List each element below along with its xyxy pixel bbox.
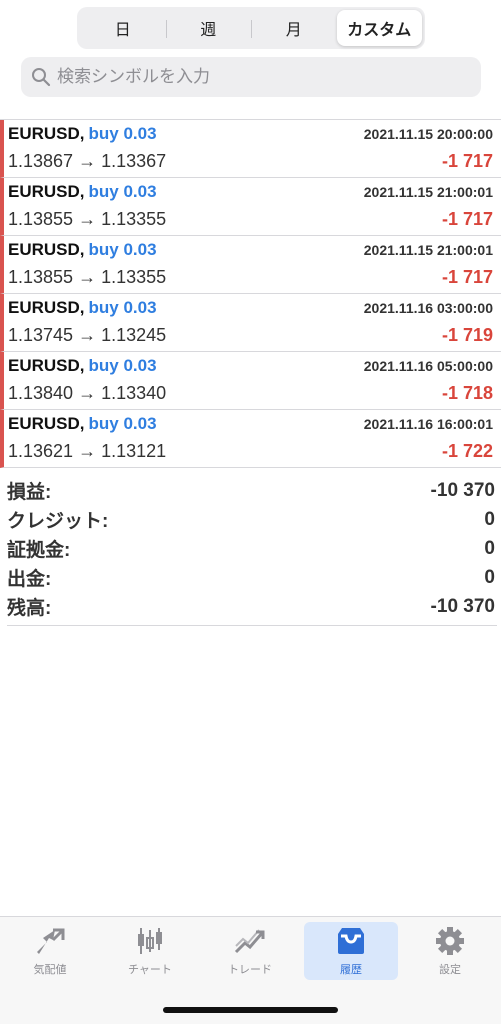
summary-withdrawal-value: 0 [484, 566, 495, 588]
summary-margin-row: 証拠金: 0 [7, 534, 497, 563]
trade-symbol: EURUSD, buy 0.03 [8, 356, 157, 376]
period-custom-tab[interactable]: カスタム [336, 10, 422, 46]
trade-symbol: EURUSD, buy 0.03 [8, 414, 157, 434]
trade-prices: 1.13745 → 1.13245 [8, 325, 167, 345]
tab-chart[interactable]: チャート [103, 922, 197, 980]
tab-trade-label: トレード [228, 964, 272, 976]
summary-profit-value: -10 370 [430, 479, 495, 501]
period-month-tab[interactable]: 月 [251, 10, 337, 46]
tab-trade[interactable]: トレード [203, 922, 297, 980]
home-indicator[interactable] [163, 1007, 338, 1013]
trade-profit: -1 722 [441, 441, 493, 461]
tab-history[interactable]: 履歴 [304, 922, 398, 980]
settings-icon [436, 927, 464, 955]
trade-side: buy 0.03 [88, 298, 157, 317]
trade-symbol-text: EURUSD, [8, 240, 85, 259]
search-icon [32, 68, 51, 87]
trade-symbol-text: EURUSD, [8, 124, 85, 143]
trade-row[interactable]: EURUSD, buy 0.03 2021.11.15 21:00:01 1.13… [0, 178, 501, 236]
trade-profit: -1 717 [441, 209, 493, 229]
summary-credit-label: クレジット: [7, 511, 109, 532]
trade-datetime: 2021.11.15 21:00:01 [363, 184, 493, 200]
trade-datetime: 2021.11.16 03:00:00 [363, 300, 493, 316]
trade-datetime: 2021.11.16 05:00:00 [363, 358, 493, 374]
trade-datetime: 2021.11.16 16:00:01 [363, 416, 493, 432]
trade-symbol-text: EURUSD, [8, 414, 85, 433]
trade-prices: 1.13855 → 1.13355 [8, 267, 167, 287]
period-week-tab[interactable]: 週 [165, 10, 252, 46]
trade-symbol: EURUSD, buy 0.03 [8, 240, 157, 260]
search-input[interactable] [57, 67, 457, 87]
tab-quotes[interactable]: 気配値 [3, 922, 97, 980]
trade-prices: 1.13621 → 1.13121 [8, 441, 167, 461]
trade-side: buy 0.03 [88, 182, 157, 201]
trade-datetime: 2021.11.15 21:00:01 [363, 242, 493, 258]
tab-chart-label: チャート [128, 964, 172, 976]
trade-side: buy 0.03 [88, 356, 157, 375]
trade-row[interactable]: EURUSD, buy 0.03 2021.11.15 20:00:00 1.13… [0, 120, 501, 178]
trade-symbol: EURUSD, buy 0.03 [8, 124, 157, 144]
period-day-tab[interactable]: 日 [80, 10, 166, 46]
summary-balance-label: 残高: [7, 598, 52, 619]
summary-balance-value: -10 370 [430, 595, 495, 617]
trade-datetime: 2021.11.15 20:00:00 [363, 126, 493, 142]
trade-icon [234, 929, 265, 954]
quotes-icon [37, 928, 65, 954]
search-bar[interactable] [21, 57, 481, 97]
trade-side: buy 0.03 [88, 240, 157, 259]
tab-quotes-label: 気配値 [33, 964, 67, 976]
summary-credit-row: クレジット: 0 [7, 505, 497, 534]
history-icon [338, 928, 364, 954]
trade-symbol-text: EURUSD, [8, 182, 85, 201]
trade-row[interactable]: EURUSD, buy 0.03 2021.11.16 05:00:00 1.13… [0, 352, 501, 410]
trade-row[interactable]: EURUSD, buy 0.03 2021.11.16 03:00:00 1.13… [0, 294, 501, 352]
summary-profit-label: 損益: [7, 482, 52, 503]
summary-margin-label: 証拠金: [7, 540, 71, 561]
trade-symbol: EURUSD, buy 0.03 [8, 298, 157, 318]
trade-row[interactable]: EURUSD, buy 0.03 2021.11.15 21:00:01 1.13… [0, 236, 501, 294]
history-screen: 日 週 月 カスタム EURUSD,buy 0.03 2021.11.15 20… [0, 0, 501, 1024]
trade-profit: -1 718 [441, 383, 493, 403]
trade-symbol-text: EURUSD, [8, 356, 85, 375]
period-segmented-control: 日 週 月 カスタム [77, 7, 425, 49]
chart-icon [138, 928, 162, 954]
trade-prices: 1.13855 → 1.13355 [8, 209, 167, 229]
summary-balance-row: 残高: -10 370 [7, 592, 497, 621]
summary-withdrawal-row: 出金: 0 [7, 563, 497, 592]
account-summary: 損益: -10 370 クレジット: 0 証拠金: 0 出金: 0 残高: -1… [7, 476, 497, 626]
trade-prices: 1.13867 → 1.13367 [8, 151, 167, 171]
trade-side: buy 0.03 [88, 414, 157, 433]
trade-side: buy 0.03 [88, 124, 157, 143]
summary-credit-value: 0 [484, 508, 495, 530]
trade-profit: -1 717 [441, 151, 493, 171]
trade-row[interactable]: EURUSD, buy 0.03 2021.11.16 16:00:01 1.13… [0, 410, 501, 468]
summary-margin-value: 0 [484, 537, 495, 559]
trade-profit: -1 717 [441, 267, 493, 287]
summary-withdrawal-label: 出金: [7, 569, 52, 590]
tab-settings-label: 設定 [439, 964, 461, 976]
tab-settings[interactable]: 設定 [403, 922, 497, 980]
tab-history-label: 履歴 [340, 964, 362, 976]
trade-symbol-text: EURUSD, [8, 298, 85, 317]
trade-list: EURUSD, buy 0.03 2021.11.15 20:00:00 1.13… [0, 119, 501, 468]
trade-profit: -1 719 [441, 325, 493, 345]
trade-prices: 1.13840 → 1.13340 [8, 383, 167, 403]
trade-symbol: EURUSD, buy 0.03 [8, 182, 157, 202]
summary-profit-row: 損益: -10 370 [7, 476, 497, 505]
